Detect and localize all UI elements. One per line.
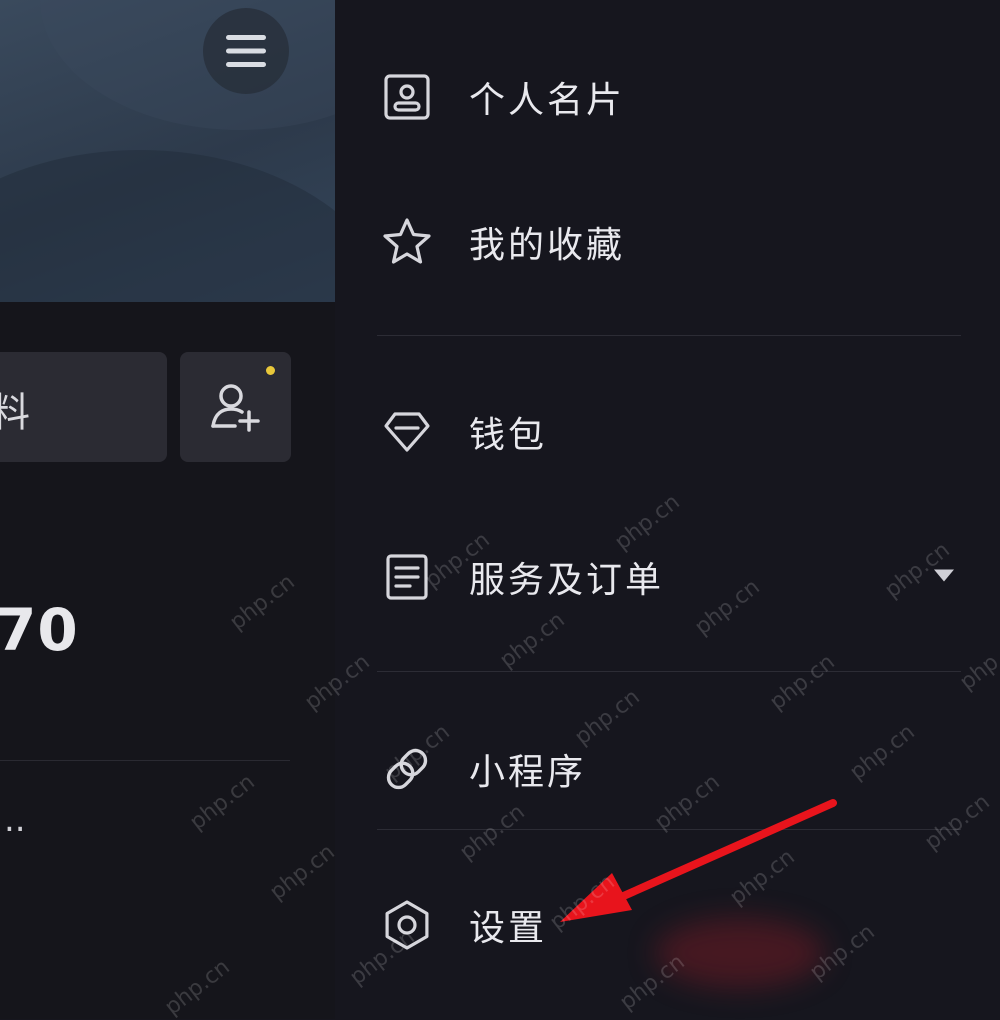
- divider: [0, 760, 290, 761]
- chevron-down-icon[interactable]: [933, 568, 955, 587]
- profile-pane: 料 70 ..: [0, 0, 335, 1019]
- notification-dot: [266, 366, 275, 375]
- divider: [377, 671, 961, 672]
- menu-item-wallet[interactable]: 钱包: [335, 377, 1000, 487]
- diamond-icon: [381, 406, 433, 458]
- menu-item-favorites[interactable]: 我的收藏: [335, 187, 1000, 297]
- menu-item-business-card[interactable]: 个人名片: [335, 42, 1000, 152]
- menu-label: 钱包: [469, 415, 548, 456]
- menu-item-mini-programs[interactable]: 小程序: [335, 714, 1000, 824]
- document-list-icon: [381, 551, 433, 603]
- menu-label: 小程序: [469, 752, 587, 793]
- menu-label: 服务及订单: [469, 560, 665, 601]
- menu-label: 我的收藏: [469, 225, 626, 266]
- id-card-icon: [381, 71, 433, 123]
- gear-icon: [381, 899, 433, 951]
- divider: [377, 335, 961, 336]
- hamburger-icon: [226, 35, 266, 67]
- add-user-icon: [210, 384, 260, 432]
- menu-item-services-orders[interactable]: 服务及订单: [335, 522, 1000, 632]
- more-text: ..: [4, 800, 26, 840]
- menu-button[interactable]: [203, 8, 289, 94]
- blur-smudge: [655, 918, 825, 988]
- side-drawer-menu: 个人名片 我的收藏 钱包 服务及订单 小程序 设置: [335, 0, 1000, 1019]
- menu-label: 个人名片: [469, 80, 626, 121]
- menu-label: 设置: [469, 908, 548, 949]
- edit-profile-label: 料: [0, 390, 30, 436]
- star-icon: [381, 216, 433, 268]
- divider: [377, 829, 961, 830]
- stat-value: 70: [0, 596, 79, 664]
- mini-program-icon: [381, 743, 433, 795]
